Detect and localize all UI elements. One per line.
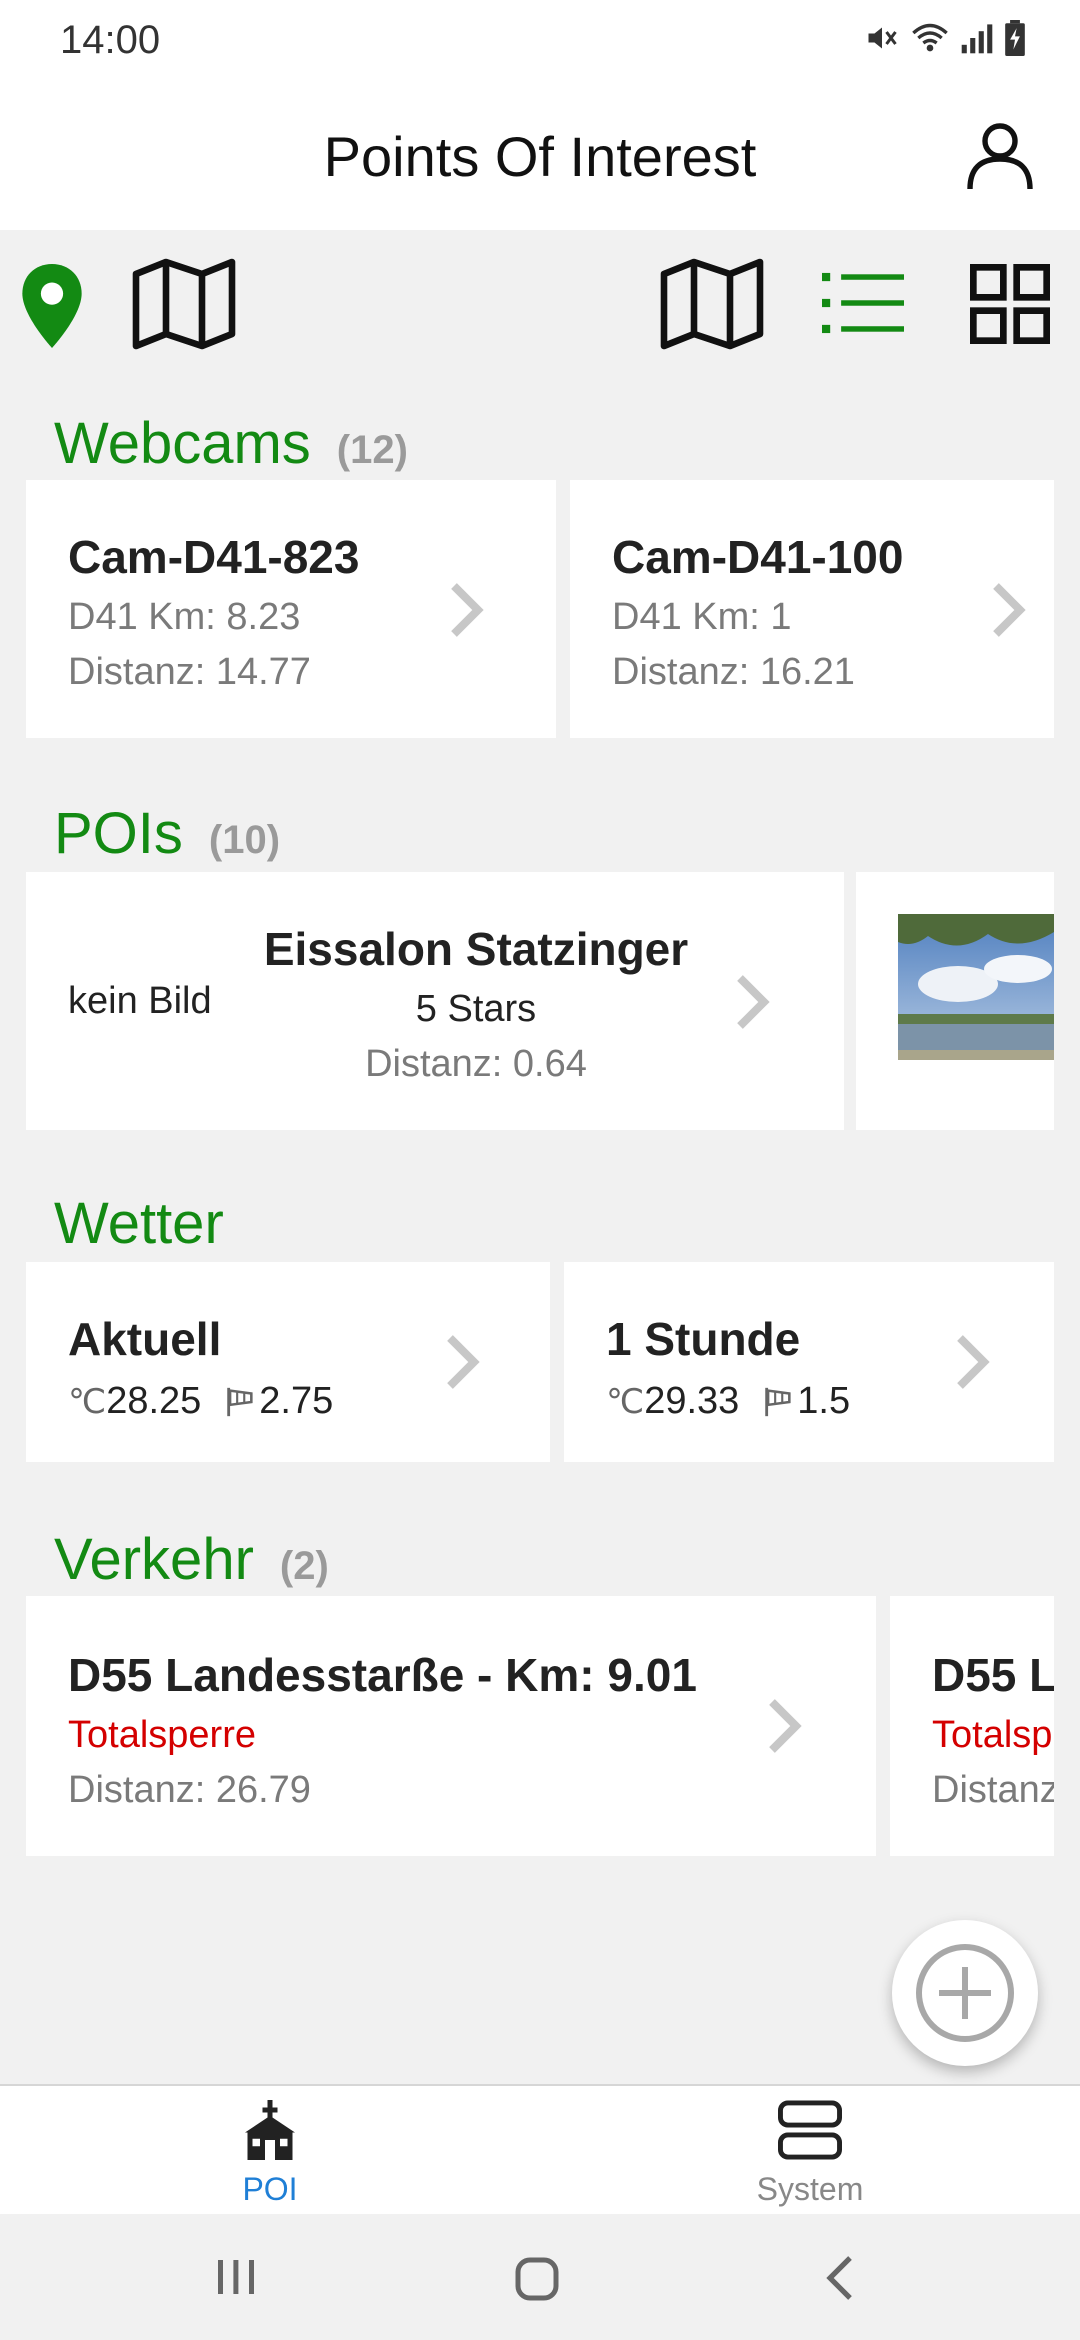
toolbar <box>0 230 1080 380</box>
chevron-right-icon <box>957 1335 990 1389</box>
section-title-text: POIs <box>54 801 183 866</box>
windsock-icon <box>227 1387 253 1416</box>
mute-icon <box>868 27 897 49</box>
traffic-card[interactable]: D55 L Totalsp Distanz <box>890 1596 1054 1856</box>
webcam-card[interactable]: Cam-D41-100 D41 Km: 1 Distanz: 16.21 <box>570 480 1054 738</box>
status-bar: 14:00 <box>0 0 1080 84</box>
poi-no-image: kein Bild <box>68 980 212 1022</box>
plus-circle-icon <box>916 1944 1014 2042</box>
section-title-text: Verkehr <box>54 1527 254 1592</box>
status-icons <box>864 20 1026 56</box>
section-pois-title: POIs (10) <box>54 800 280 867</box>
back-icon[interactable] <box>822 2254 858 2302</box>
section-wetter-title: Wetter <box>54 1190 224 1257</box>
nav-item-poi[interactable]: POI <box>120 2100 420 2208</box>
poi-title: Eissalon Statzinger <box>263 923 689 975</box>
page-title: Points Of Interest <box>323 125 757 188</box>
webcam-card[interactable]: Cam-D41-823 D41 Km: 8.23 Distanz: 14.77 <box>26 480 556 738</box>
church-icon <box>245 2100 295 2160</box>
celsius-icon: ℃ <box>68 1383 107 1421</box>
section-count: (2) <box>279 1544 329 1588</box>
traffic-status: Totalsperre <box>68 1714 256 1756</box>
webcam-title: Cam-D41-100 <box>612 531 904 583</box>
location-pin-icon[interactable] <box>22 264 82 348</box>
section-count: (12) <box>336 428 408 472</box>
weather-values: ℃28.25 2.75 <box>68 1380 333 1423</box>
system-nav-bar <box>0 2214 1080 2340</box>
traffic-distance: Distanz <box>932 1769 1054 1811</box>
section-verkehr-title: Verkehr (2) <box>54 1526 329 1593</box>
traffic-card[interactable]: D55 Landesstarße - Km: 9.01 Totalsperre … <box>26 1596 876 1856</box>
webcam-km: D41 Km: 8.23 <box>68 596 301 638</box>
chevron-right-icon <box>737 975 770 1029</box>
map-icon[interactable] <box>130 256 238 352</box>
poi-card[interactable] <box>856 872 1054 1130</box>
poi-lake-image <box>898 914 1054 1060</box>
nav-item-system[interactable]: System <box>660 2100 960 2208</box>
app-header: Points Of Interest <box>0 84 1080 230</box>
section-title-text: Webcams <box>54 411 311 476</box>
battery-charging-icon <box>1005 20 1025 56</box>
weather-wind: 2.75 <box>259 1380 334 1422</box>
chevron-right-icon <box>447 1335 480 1389</box>
section-webcams-title: Webcams (12) <box>54 410 408 477</box>
add-button[interactable] <box>892 1920 1038 2066</box>
section-count: (10) <box>208 818 281 862</box>
weather-title: 1 Stunde <box>606 1313 801 1365</box>
traffic-title: D55 Landesstarße - Km: 9.01 <box>68 1649 697 1701</box>
weather-title: Aktuell <box>68 1313 222 1365</box>
chevron-right-icon <box>769 1699 802 1753</box>
chevron-right-icon <box>993 583 1026 637</box>
weather-temp: 29.33 <box>644 1380 740 1422</box>
signal-icon <box>961 24 993 54</box>
poi-card[interactable]: kein Bild Eissalon Statzinger 5 Stars Di… <box>26 872 844 1130</box>
poi-rating: 5 Stars <box>415 988 537 1030</box>
list-view-icon[interactable] <box>822 270 904 336</box>
nav-label: System <box>756 2171 864 2207</box>
weather-wind: 1.5 <box>797 1380 851 1422</box>
webcam-distance: Distanz: 14.77 <box>68 651 311 693</box>
home-icon[interactable] <box>514 2256 560 2302</box>
weather-card[interactable]: Aktuell ℃28.25 2.75 <box>26 1262 550 1462</box>
chevron-right-icon <box>451 583 484 637</box>
grid-view-icon[interactable] <box>970 264 1050 344</box>
weather-card[interactable]: 1 Stunde ℃29.33 1.5 <box>564 1262 1054 1462</box>
traffic-status: Totalsp <box>932 1714 1053 1756</box>
traffic-distance: Distanz: 26.79 <box>68 1769 311 1811</box>
windsock-icon <box>765 1387 791 1416</box>
server-icon <box>778 2100 842 2160</box>
bottom-nav: POI System <box>0 2084 1080 2214</box>
poi-distance: Distanz: 0.64 <box>365 1043 587 1085</box>
webcam-km: D41 Km: 1 <box>612 596 792 638</box>
recent-apps-icon[interactable] <box>214 2256 258 2298</box>
status-time: 14:00 <box>60 18 161 62</box>
wifi-icon <box>912 23 948 52</box>
user-icon[interactable] <box>964 120 1036 192</box>
weather-temp: 28.25 <box>106 1380 202 1422</box>
webcam-distance: Distanz: 16.21 <box>612 651 855 693</box>
section-title-text: Wetter <box>54 1191 224 1256</box>
weather-values: ℃29.33 1.5 <box>606 1380 850 1423</box>
celsius-icon: ℃ <box>606 1383 645 1421</box>
webcam-title: Cam-D41-823 <box>68 531 360 583</box>
map-view-icon[interactable] <box>658 256 766 352</box>
traffic-title: D55 L <box>932 1649 1054 1701</box>
nav-label: POI <box>242 2171 298 2207</box>
